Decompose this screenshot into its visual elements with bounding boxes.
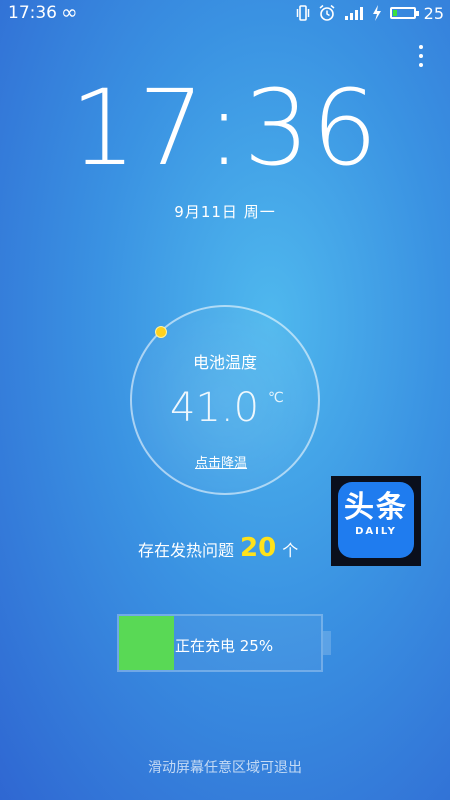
lockscreen-clock: 17:36 (70, 67, 380, 189)
battery-percent: 25 (423, 3, 444, 23)
status-time: 17:36 (8, 3, 57, 23)
app-icon-tile: 头条 DAILY (338, 482, 414, 558)
heat-issues-summary: 存在发热问题 20 个 (138, 533, 298, 567)
battery-icon (389, 7, 419, 19)
heat-issues-suffix: 个 (282, 541, 299, 560)
charging-bar-terminal (323, 631, 331, 655)
app-icon-title: 头条 (344, 490, 408, 525)
infinity-icon: ∞ (61, 0, 78, 24)
temperature-unit: ℃ (268, 390, 284, 406)
status-bar: 17:36 ∞ 25 (0, 0, 450, 28)
charging-progress-fill (119, 616, 174, 670)
battery-level-fill (392, 10, 398, 16)
vibrate-icon (296, 5, 309, 21)
charging-icon (372, 5, 381, 21)
status-icons: 25 (296, 3, 444, 23)
alarm-icon (319, 4, 335, 21)
app-icon-subtitle: DAILY (355, 526, 397, 537)
temperature-value: 41.0 (170, 385, 260, 431)
lockscreen-date: 9月11日 周一 (174, 203, 276, 221)
more-options-icon[interactable] (418, 44, 424, 68)
toutiao-daily-app-icon[interactable]: 头条 DAILY (331, 476, 421, 566)
cool-down-link[interactable]: 点击降温 (195, 452, 247, 471)
heat-issues-prefix: 存在发热问题 (138, 541, 235, 560)
temperature-label: 电池温度 (192, 353, 257, 372)
signal-icon (344, 7, 363, 20)
swipe-to-exit-hint[interactable]: 滑动屏幕任意区域可退出 (0, 757, 450, 777)
charging-status-text: 正在充电 25% (175, 637, 274, 655)
temperature-indicator-dot (155, 326, 167, 338)
heat-issues-count: 20 (240, 533, 277, 563)
